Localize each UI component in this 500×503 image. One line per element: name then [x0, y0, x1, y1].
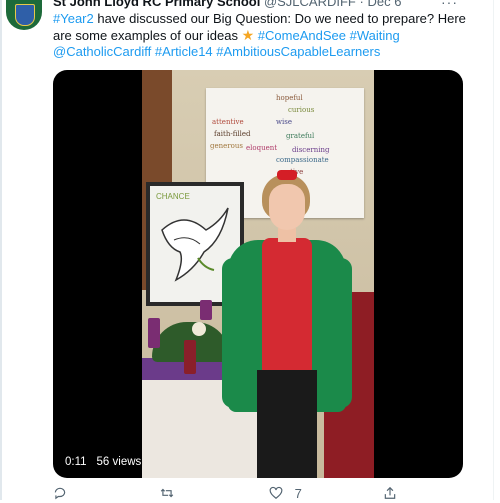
- poster-word: grateful: [286, 132, 315, 140]
- poster-word: generous: [210, 142, 243, 150]
- poster-word: wise: [276, 118, 292, 126]
- star-emoji-icon: ★: [241, 27, 255, 43]
- author-handle[interactable]: @SJLCARDIFF: [264, 0, 356, 9]
- like-count: 7: [294, 486, 302, 501]
- more-options-icon[interactable]: ···: [441, 0, 458, 10]
- candle: [192, 322, 206, 336]
- separator: ·: [359, 0, 364, 9]
- red-polo-shirt: [262, 238, 312, 374]
- video-info: 0:11 56 views: [65, 456, 141, 468]
- poster-word: compassionate: [276, 156, 329, 164]
- video-player[interactable]: hopeful curious attentive wise faith-filled g…: [53, 70, 463, 478]
- poster-word: faith-filled: [214, 130, 251, 138]
- trousers: [257, 370, 317, 478]
- tweet-date[interactable]: Dec 6: [367, 0, 401, 9]
- retweet-icon[interactable]: [159, 486, 175, 503]
- hashtag-link[interactable]: #Year2: [53, 11, 94, 26]
- poster-word: hopeful: [276, 94, 303, 102]
- hair-bow: [277, 170, 297, 180]
- video-views: 56 views: [96, 456, 142, 468]
- tweet-header: St John Lloyd RC Primary School @SJLCARD…: [53, 0, 483, 9]
- page-border: [0, 0, 2, 500]
- candle: [184, 340, 196, 374]
- neck: [278, 228, 296, 242]
- like-icon: [269, 486, 283, 499]
- candle: [148, 318, 160, 348]
- video-frame: hopeful curious attentive wise faith-filled g…: [142, 70, 374, 478]
- hashtag-link[interactable]: @CatholicCardiff: [53, 44, 151, 59]
- poster-word: curious: [288, 106, 315, 114]
- candle: [200, 300, 212, 320]
- face: [269, 184, 305, 230]
- reply-icon[interactable]: [53, 486, 67, 503]
- author-name[interactable]: St John Lloyd RC Primary School: [53, 0, 260, 9]
- school-crest-icon: [15, 4, 35, 26]
- video-time: 0:11: [65, 456, 87, 468]
- share-icon[interactable]: [383, 486, 397, 503]
- hashtag-link[interactable]: #Article14: [155, 44, 213, 59]
- page-border: [493, 0, 494, 500]
- poster-word: eloquent: [246, 144, 278, 152]
- avatar[interactable]: [6, 0, 42, 30]
- hashtag-link[interactable]: #AmbitiousCapableLearners: [216, 44, 380, 59]
- tweet-text: #Year2 have discussed our Big Question: …: [53, 11, 478, 60]
- poster-word: discerning: [292, 146, 330, 154]
- hashtag-link[interactable]: #Waiting: [350, 28, 400, 43]
- poster-word: attentive: [212, 118, 244, 126]
- hashtag-link[interactable]: #ComeAndSee: [258, 28, 346, 43]
- like-button[interactable]: 7: [269, 486, 302, 501]
